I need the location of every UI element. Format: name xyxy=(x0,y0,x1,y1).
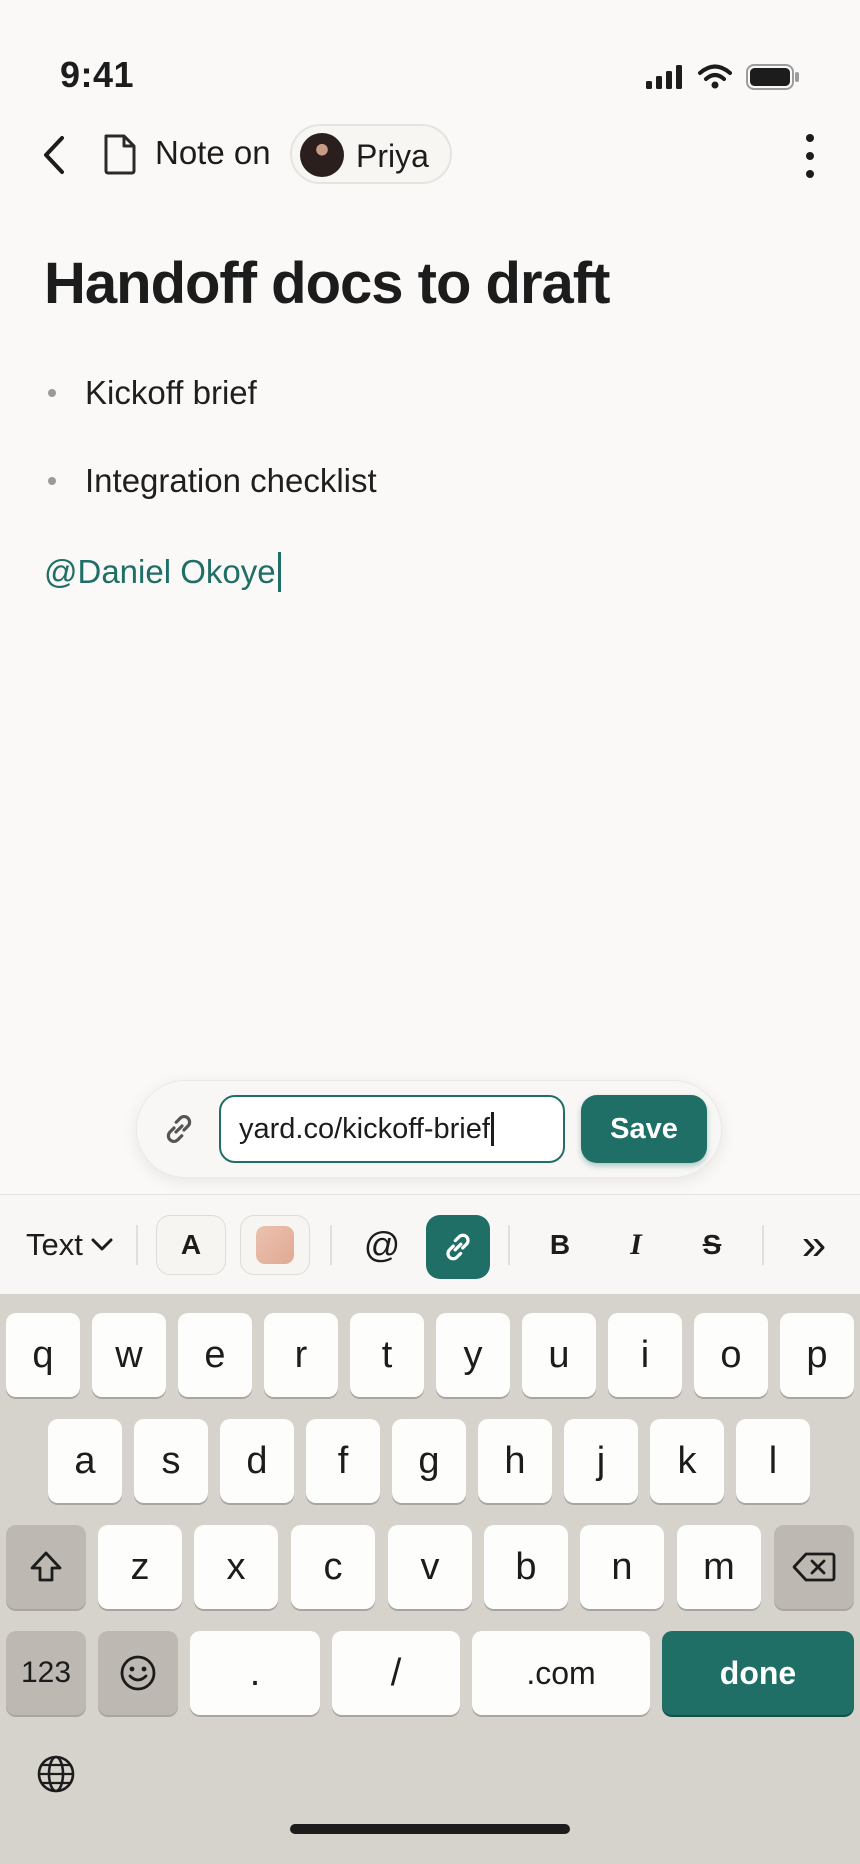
battery-icon xyxy=(746,64,799,90)
link-button[interactable] xyxy=(426,1215,490,1279)
emoji-icon xyxy=(120,1655,156,1691)
text-style-dropdown[interactable]: Text xyxy=(26,1227,113,1263)
shift-icon xyxy=(30,1551,62,1582)
period-key[interactable]: . xyxy=(190,1631,320,1715)
key-u[interactable]: u xyxy=(522,1313,596,1397)
emoji-key[interactable] xyxy=(98,1631,178,1715)
bold-button[interactable]: B xyxy=(528,1215,592,1275)
note-header: Note on Priya xyxy=(0,120,860,190)
document-icon xyxy=(104,134,136,175)
key-f[interactable]: f xyxy=(306,1419,380,1503)
note-on-label: Note on xyxy=(155,134,271,171)
bullet-icon xyxy=(48,389,56,397)
italic-button[interactable]: I xyxy=(604,1215,668,1275)
note-title[interactable]: Handoff docs to draft xyxy=(44,250,610,317)
key-j[interactable]: j xyxy=(564,1419,638,1503)
format-toolbar: Text A @ B I S » xyxy=(0,1194,860,1295)
key-d[interactable]: d xyxy=(220,1419,294,1503)
person-chip[interactable]: Priya xyxy=(290,124,452,184)
text-color-button[interactable]: A xyxy=(156,1215,226,1275)
list-item-text: Kickoff brief xyxy=(85,374,257,411)
toolbar-divider xyxy=(330,1225,332,1265)
mention-label: @Daniel Okoye xyxy=(44,553,276,590)
key-a[interactable]: a xyxy=(48,1419,122,1503)
strikethrough-button[interactable]: S xyxy=(680,1215,744,1275)
link-icon xyxy=(446,1233,470,1261)
key-y[interactable]: y xyxy=(436,1313,510,1397)
shift-key[interactable] xyxy=(6,1525,86,1609)
chevron-down-icon xyxy=(91,1238,113,1251)
link-icon xyxy=(166,1115,192,1143)
text-color-label: A xyxy=(180,1229,202,1260)
dot-icon xyxy=(806,134,814,142)
key-n[interactable]: n xyxy=(580,1525,664,1609)
key-g[interactable]: g xyxy=(392,1419,466,1503)
delete-key[interactable] xyxy=(774,1525,854,1609)
home-indicator[interactable] xyxy=(290,1824,570,1834)
person-name: Priya xyxy=(356,138,429,174)
key-m[interactable]: m xyxy=(677,1525,761,1609)
text-cursor xyxy=(277,552,281,592)
link-url-input[interactable]: yard.co/kickoff-brief xyxy=(219,1095,565,1163)
key-k[interactable]: k xyxy=(650,1419,724,1503)
highlight-color-button[interactable] xyxy=(240,1215,310,1275)
wifi-icon xyxy=(698,64,732,89)
key-o[interactable]: o xyxy=(694,1313,768,1397)
list-item[interactable]: Integration checklist xyxy=(44,462,377,500)
key-q[interactable]: q xyxy=(6,1313,80,1397)
key-h[interactable]: h xyxy=(478,1419,552,1503)
toolbar-divider xyxy=(762,1225,764,1265)
slash-key[interactable]: / xyxy=(332,1631,460,1715)
status-time: 9:41 xyxy=(60,54,135,95)
avatar xyxy=(300,133,344,177)
backspace-icon xyxy=(792,1552,836,1582)
cellular-signal-icon xyxy=(646,65,682,89)
key-w[interactable]: w xyxy=(92,1313,166,1397)
list-item[interactable]: Kickoff brief xyxy=(44,374,257,412)
dot-icon xyxy=(806,152,814,160)
key-e[interactable]: e xyxy=(178,1313,252,1397)
mention-button[interactable]: @ xyxy=(350,1215,414,1275)
key-l[interactable]: l xyxy=(736,1419,810,1503)
text-cursor xyxy=(490,1112,494,1146)
key-c[interactable]: c xyxy=(291,1525,375,1609)
link-url-value: yard.co/kickoff-brief xyxy=(239,1112,490,1145)
key-x[interactable]: x xyxy=(194,1525,278,1609)
key-v[interactable]: v xyxy=(388,1525,472,1609)
key-r[interactable]: r xyxy=(264,1313,338,1397)
done-key[interactable]: done xyxy=(662,1631,854,1715)
key-t[interactable]: t xyxy=(350,1313,424,1397)
more-options-button[interactable] xyxy=(800,134,820,178)
toolbar-divider xyxy=(508,1225,510,1265)
key-b[interactable]: b xyxy=(484,1525,568,1609)
key-s[interactable]: s xyxy=(134,1419,208,1503)
status-icons xyxy=(646,64,800,90)
key-i[interactable]: i xyxy=(608,1313,682,1397)
list-item-text: Integration checklist xyxy=(85,462,377,499)
key-p[interactable]: p xyxy=(780,1313,854,1397)
text-style-label: Text xyxy=(26,1227,83,1262)
dot-icon xyxy=(806,170,814,178)
save-link-button[interactable]: Save xyxy=(581,1095,707,1163)
more-tools-button[interactable]: » xyxy=(782,1215,846,1275)
highlight-swatch-icon xyxy=(256,1226,294,1264)
key-z[interactable]: z xyxy=(98,1525,182,1609)
link-popover: yard.co/kickoff-brief Save xyxy=(136,1080,722,1178)
dotcom-key[interactable]: .com xyxy=(472,1631,650,1715)
toolbar-divider xyxy=(136,1225,138,1265)
numbers-key[interactable]: 123 xyxy=(6,1631,86,1715)
chevron-left-icon xyxy=(44,136,64,174)
bullet-icon xyxy=(48,477,56,485)
globe-icon[interactable] xyxy=(36,1754,76,1794)
back-button[interactable] xyxy=(34,130,74,180)
status-bar: 9:41 xyxy=(0,0,860,120)
mention-text[interactable]: @Daniel Okoye xyxy=(44,552,281,592)
